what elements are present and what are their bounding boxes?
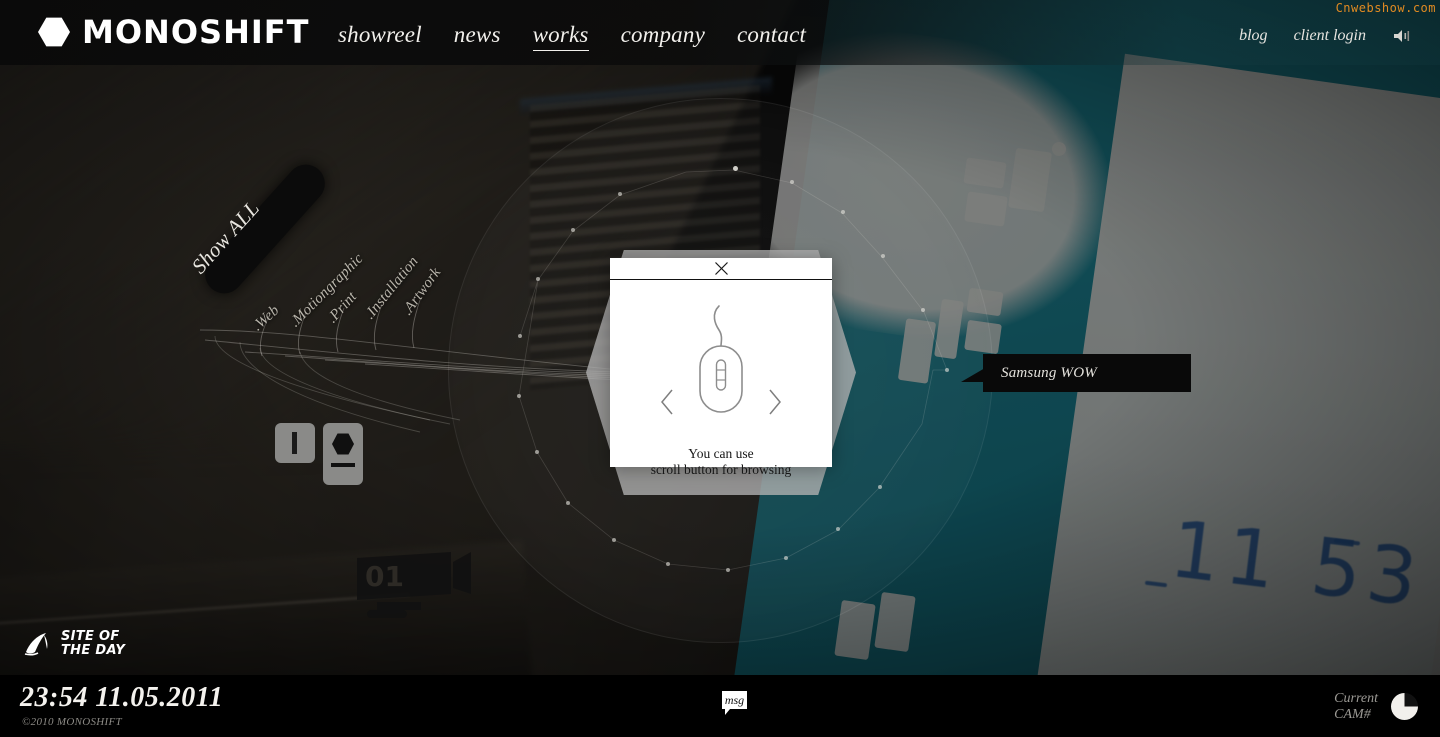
project-tooltip[interactable]: Samsung WOW — [961, 354, 1191, 392]
nav-item-showreel[interactable]: showreel — [338, 22, 422, 48]
pause-button[interactable] — [275, 423, 315, 463]
close-x-icon[interactable] — [714, 261, 729, 276]
message-label: msg — [724, 692, 745, 707]
tooltip-tail — [961, 368, 985, 382]
awwwards-leaf-icon — [24, 633, 48, 656]
svg-text:01: 01 — [365, 560, 404, 593]
chevron-left-icon[interactable] — [660, 388, 675, 416]
copyright-text: ©2010 MONOSHIFT — [22, 716, 122, 728]
scroll-hint-modal: You can use scroll button for browsing — [610, 258, 832, 477]
current-cam-indicator[interactable]: Current CAM# — [1334, 691, 1418, 723]
page-root: 11 53 01 — [0, 0, 1440, 737]
hex-underline-icon — [331, 463, 355, 467]
current-cam-line-1: Current — [1334, 691, 1378, 706]
pause-icon — [292, 432, 297, 454]
award-badge[interactable]: SITE OF THE DAY — [22, 629, 126, 659]
current-cam-label: Current CAM# — [1334, 691, 1378, 723]
computer-mouse-icon — [699, 305, 743, 413]
site-footer: 23:54 11.05.2011 ©2010 MONOSHIFT Current… — [0, 675, 1440, 737]
modal-hint-line-2: scroll button for browsing — [650, 462, 792, 478]
hexagon-icon — [38, 17, 70, 47]
hexagon-shape-icon — [332, 433, 354, 455]
nav-item-company[interactable]: company — [621, 22, 705, 48]
award-text: SITE OF THE DAY — [61, 629, 126, 659]
hex-mode-button[interactable] — [323, 423, 363, 485]
current-cam-line-2: CAM# — [1334, 706, 1371, 722]
speaker-volume-icon[interactable] — [1392, 28, 1412, 44]
message-button[interactable]: msg — [721, 690, 748, 721]
site-logo[interactable]: MONOSHIFT — [38, 13, 309, 51]
nav-item-works[interactable]: works — [532, 22, 589, 51]
watermark-label: Cnwebshow.com — [1335, 1, 1436, 15]
nav-item-news[interactable]: news — [454, 22, 501, 48]
nav-item-client-login[interactable]: client login — [1294, 27, 1366, 45]
award-line-1: SITE OF — [61, 629, 120, 644]
modal-titlebar — [610, 258, 832, 280]
modal-body: You can use scroll button for browsing — [610, 280, 832, 477]
chevron-right-icon[interactable] — [767, 388, 782, 416]
utility-nav: blog client login — [1239, 27, 1412, 45]
site-header: Cnwebshow.com MONOSHIFT showreel news wo… — [0, 0, 1440, 65]
award-line-2: THE DAY — [61, 643, 126, 659]
main-nav: showreel news works company contact — [338, 22, 806, 51]
cctv-camera-icon: 01 — [357, 552, 471, 618]
modal-hint-line-1: You can use — [688, 446, 754, 461]
nav-item-contact[interactable]: contact — [737, 22, 806, 48]
pie-indicator-icon — [1391, 693, 1418, 721]
nav-item-blog[interactable]: blog — [1239, 27, 1267, 45]
project-tooltip-label: Samsung WOW — [1001, 364, 1097, 381]
brand-name: MONOSHIFT — [82, 13, 310, 51]
clock-display: 23:54 11.05.2011 — [20, 682, 224, 713]
modal-hint-text: You can use scroll button for browsing — [610, 446, 832, 479]
